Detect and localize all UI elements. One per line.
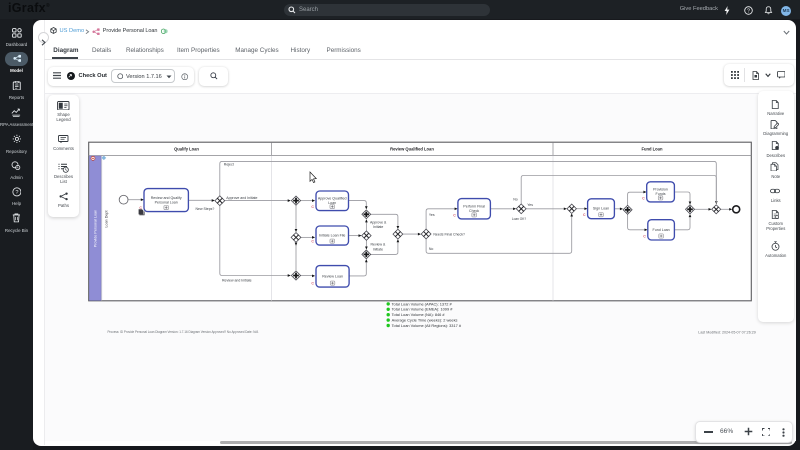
svg-text:Approve Qualified: Approve Qualified <box>318 196 347 200</box>
svg-text:Total Loan Volume (NA): 846 #: Total Loan Volume (NA): 846 # <box>392 312 446 317</box>
svg-text:Review &: Review & <box>371 243 386 247</box>
svg-text:Reject: Reject <box>224 162 234 166</box>
svg-text:Qualify Loan: Qualify Loan <box>174 147 199 152</box>
svg-text:Process: ID Provide Personal: Process: ID Provide Personal Loan Diagra… <box>108 330 259 334</box>
svg-text:Approve &: Approve & <box>370 220 387 224</box>
svg-text:Review Loan: Review Loan <box>322 274 343 278</box>
svg-text:Total Loan Volume (EMEA): 1099: Total Loan Volume (EMEA): 1099 # <box>392 307 454 312</box>
svg-text:Check: Check <box>469 209 479 213</box>
svg-text:Fund Loan: Fund Loan <box>653 228 670 232</box>
svg-text:Approve and Initiate: Approve and Initiate <box>226 196 257 200</box>
svg-text:Initiate: Initiate <box>373 247 383 251</box>
svg-text:Average Cycle Time (weeks): 2: Average Cycle Time (weeks): 2 weeks <box>392 318 458 323</box>
svg-text:Total Loan Volume (APAC): 1372: Total Loan Volume (APAC): 1372 # <box>392 301 453 306</box>
svg-text:Loan OK?: Loan OK? <box>512 217 527 221</box>
svg-text:New Steps?: New Steps? <box>196 207 215 211</box>
svg-text:Review and Qualify: Review and Qualify <box>151 196 182 200</box>
svg-text:Yes: Yes <box>527 203 533 207</box>
svg-text:Perform Final: Perform Final <box>463 204 485 208</box>
svg-text:Personal Loan: Personal Loan <box>155 200 178 204</box>
svg-text:Funds: Funds <box>656 192 666 196</box>
svg-text:Last Modified: 2024-05-07 07:2: Last Modified: 2024-05-07 07:26:29 <box>698 330 756 334</box>
svg-text:Initiate: Initiate <box>373 225 383 229</box>
svg-text:Yes: Yes <box>429 213 435 217</box>
svg-text:Review Qualified Loan: Review Qualified Loan <box>390 147 434 152</box>
svg-text:Provide Personal Loan: Provide Personal Loan <box>94 210 98 247</box>
svg-text:No: No <box>513 198 518 202</box>
svg-text:Needs Final Check?: Needs Final Check? <box>433 232 465 236</box>
svg-text:Provision: Provision <box>653 188 668 192</box>
svg-text:Sign Loan: Sign Loan <box>593 207 609 211</box>
svg-text:Total Loan Volume (All Regions: Total Loan Volume (All Regions): 3317 # <box>392 323 462 328</box>
svg-text:Review and Initiate: Review and Initiate <box>222 279 252 283</box>
svg-text:Initiate Loan File: Initiate Loan File <box>319 233 345 237</box>
svg-text:No: No <box>429 247 434 251</box>
svg-text:Fund Loan: Fund Loan <box>642 147 663 152</box>
svg-text:Loan Dept: Loan Dept <box>104 210 108 227</box>
